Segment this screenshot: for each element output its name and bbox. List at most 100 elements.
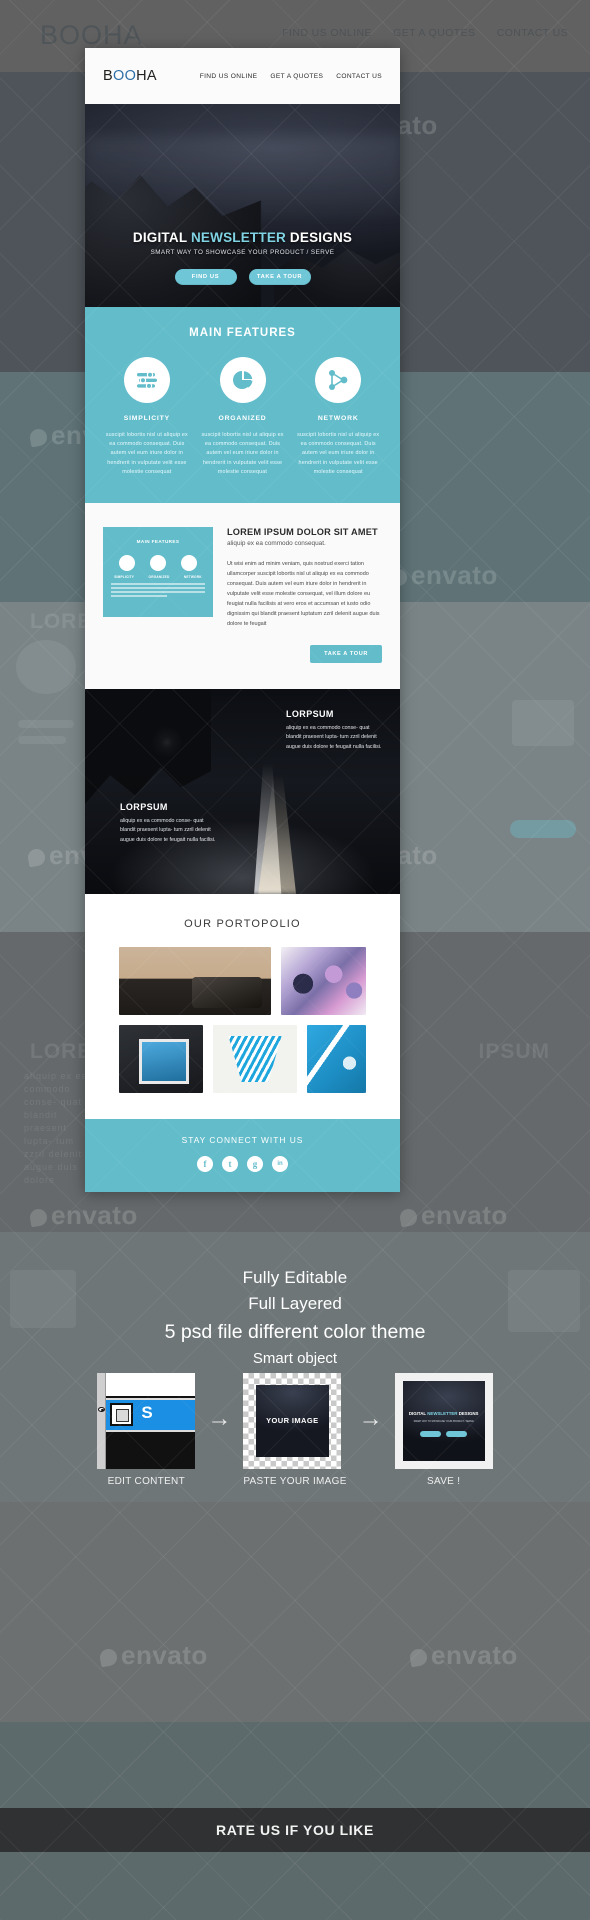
photoshop-layers-icon: S <box>97 1373 196 1469</box>
find-us-button[interactable]: FIND US <box>174 269 237 285</box>
features-section: MAIN FEATURES SIMPLICITY suscipit lobort… <box>85 307 400 504</box>
smart-object-inner <box>116 1409 130 1422</box>
portfolio-heading: OUR PORTOPOLIO <box>184 918 301 931</box>
portfolio-item-camera[interactable] <box>119 947 271 1016</box>
thumb-icon-circle <box>149 555 166 572</box>
preview-canvas: DIGITAL NEWSLETTER DESIGNS SMART WAY TO … <box>402 1381 485 1461</box>
nav-item-find-us-online[interactable]: FIND US ONLINE <box>200 73 258 80</box>
portfolio-section: OUR PORTOPOLIO <box>85 894 400 1120</box>
placeholder-photo: YOUR IMAGE <box>256 1385 329 1457</box>
portfolio-row <box>119 1025 366 1094</box>
thumb-text-lines <box>111 583 205 599</box>
preview-subtitle: SMART WAY TO SHOWCASE YOUR PRODUCT / SER… <box>413 1421 474 1423</box>
portfolio-item-umbrellas[interactable] <box>281 947 366 1016</box>
thumb-label: SIMPLICITY <box>114 575 135 580</box>
hero-title-accent: NEWSLETTER <box>190 230 286 245</box>
newsletter-header: BOOHA FIND US ONLINE GET A QUOTES CONTAC… <box>85 48 400 104</box>
bg-band-social <box>0 1502 590 1722</box>
thumb-icon-circle <box>181 555 198 572</box>
article-take-a-tour-button[interactable]: TAKE A TOUR <box>310 645 382 664</box>
step-caption: PASTE YOUR IMAGE <box>243 1476 347 1487</box>
portfolio-grid <box>85 947 400 1094</box>
hero-section: DIGITAL NEWSLETTER DESIGNS SMART WAY TO … <box>85 104 400 307</box>
hero-content: DIGITAL NEWSLETTER DESIGNS SMART WAY TO … <box>85 230 400 285</box>
social-footer: STAY CONNECT WITH US f t g in <box>85 1119 400 1193</box>
hero-subtitle: SMART WAY TO SHOWCASE YOUR PRODUCT / SER… <box>150 249 335 256</box>
promo-text: Fully Editable Full Layered 5 psd file d… <box>0 1268 590 1367</box>
saved-newsletter-preview: DIGITAL NEWSLETTER DESIGNS SMART WAY TO … <box>394 1373 493 1469</box>
hero-title-part2: DESIGNS <box>285 230 353 245</box>
preview-title: DIGITAL NEWSLETTER DESIGNS <box>403 1411 485 1416</box>
your-image-label: YOUR IMAGE <box>266 1416 319 1426</box>
brand-logo[interactable]: BOOHA <box>103 68 157 84</box>
facebook-icon[interactable]: f <box>197 1156 213 1173</box>
feature-organized: ORGANIZED suscipit lobortis nisl ut aliq… <box>195 357 291 477</box>
social-icons: f t g in <box>85 1156 400 1173</box>
thumb-icons <box>103 555 213 572</box>
bg-blob <box>16 640 76 694</box>
features-row: SIMPLICITY suscipit lobortis nisl ut ali… <box>99 357 386 477</box>
thumb-line <box>111 590 205 593</box>
portfolio-item-business-card[interactable] <box>307 1025 366 1094</box>
split-caption-bottom: LORPSUM aliquip ex ea commodo conse- qua… <box>120 802 218 845</box>
preview-title-accent: NEWSLETTER <box>427 1411 458 1417</box>
preview-buttons <box>403 1430 485 1437</box>
step-paste-image: YOUR IMAGE PASTE YOUR IMAGE <box>243 1373 346 1487</box>
thumb-label: ORGANIZED <box>148 575 170 580</box>
thumb-line <box>111 594 168 597</box>
portfolio-item-instant-photo[interactable] <box>119 1025 203 1094</box>
pie-chart-icon <box>219 357 266 403</box>
logo-accent: OO <box>112 68 137 84</box>
feature-title: SIMPLICITY <box>123 415 170 422</box>
take-a-tour-button[interactable]: TAKE A TOUR <box>248 269 311 285</box>
article-subtitle: aliquip ex ea commodo consequat. <box>227 540 326 548</box>
bg-blob <box>510 820 576 838</box>
logo-prefix: B <box>103 68 113 84</box>
bg-nav-item-2: CONTACT US <box>496 27 568 39</box>
network-icon <box>315 357 362 403</box>
split-photo-section: LORPSUM aliquip ex ea commodo conse- qua… <box>85 689 400 895</box>
twitter-icon[interactable]: t <box>222 1156 238 1173</box>
feature-simplicity: SIMPLICITY suscipit lobortis nisl ut ali… <box>99 357 195 477</box>
watermark: envato <box>390 560 498 591</box>
checkerboard-placeholder-icon: YOUR IMAGE <box>243 1373 342 1469</box>
logo-suffix: HA <box>136 68 157 84</box>
step-caption: EDIT CONTENT <box>107 1476 185 1487</box>
hero-buttons: FIND US TAKE A TOUR <box>85 269 400 285</box>
step-edit-content: S EDIT CONTENT <box>97 1373 196 1487</box>
hero-title: DIGITAL NEWSLETTER DESIGNS <box>85 230 400 245</box>
feature-body: suscipit lobortis nisl ut aliquip ex ea … <box>297 432 380 475</box>
portfolio-row <box>119 947 366 1016</box>
linkedin-icon[interactable]: in <box>272 1156 288 1173</box>
newsletter-nav: FIND US ONLINE GET A QUOTES CONTACT US <box>200 73 382 80</box>
watermark: envato <box>100 1640 208 1671</box>
rate-bar-text: RATE US IF YOU LIKE <box>216 1822 374 1838</box>
promo-line-3: 5 psd file different color theme <box>164 1321 426 1343</box>
bg-blob <box>18 720 74 728</box>
article-text: LOREM IPSUM DOLOR SIT AMET aliquip ex ea… <box>227 527 382 629</box>
hero-title-part1: DIGITAL <box>132 230 191 245</box>
split-title: LORPSUM <box>286 709 334 720</box>
rate-bar: RATE US IF YOU LIKE <box>0 1808 590 1852</box>
feature-body: suscipit lobortis nisl ut aliquip ex ea … <box>105 432 188 475</box>
article-body: Ut wisi enim ad minim veniam, quis nostr… <box>227 561 380 628</box>
split-title: LORPSUM <box>120 802 168 813</box>
thumb-icon-circle <box>118 555 135 572</box>
smart-object-icon <box>110 1403 134 1426</box>
feature-title: NETWORK <box>317 415 359 422</box>
nav-item-contact-us[interactable]: CONTACT US <box>336 73 382 80</box>
google-plus-icon[interactable]: g <box>247 1156 263 1173</box>
thumb-line <box>111 583 205 585</box>
newsletter-card: BOOHA FIND US ONLINE GET A QUOTES CONTAC… <box>85 48 400 1193</box>
bg-blob <box>512 700 574 746</box>
promo-steps: S EDIT CONTENT → YOUR IMAGE PASTE YOUR I… <box>0 1373 590 1487</box>
portfolio-item-blue-fan[interactable] <box>213 1025 297 1094</box>
arrow-right-icon: → <box>207 1405 232 1432</box>
bg-nav-item-1: GET A QUOTES <box>393 27 476 39</box>
ps-layer-bottom <box>106 1432 196 1469</box>
feature-network: NETWORK suscipit lobortis nisl ut aliqui… <box>290 357 386 477</box>
nav-item-get-a-quotes[interactable]: GET A QUOTES <box>270 73 323 80</box>
bg-ghost-title: IPSUM <box>478 1040 550 1063</box>
feature-title: ORGANIZED <box>218 415 267 422</box>
thumb-label: NETWORK <box>183 575 202 580</box>
